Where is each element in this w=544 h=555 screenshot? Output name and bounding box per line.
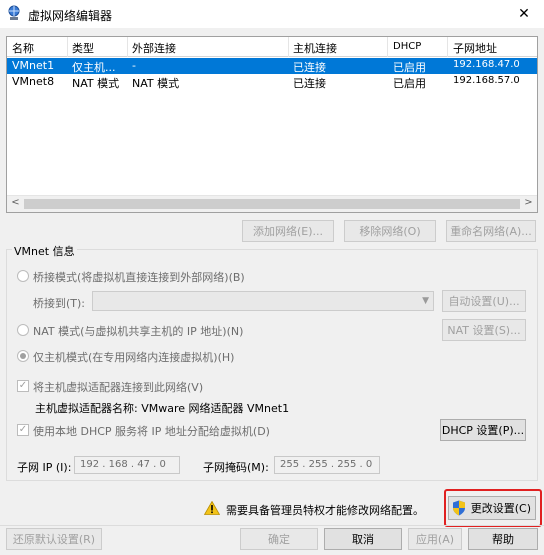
cell-external: NAT 模式: [132, 77, 180, 90]
column-divider[interactable]: [127, 37, 128, 57]
help-button[interactable]: 帮助: [468, 528, 538, 550]
subnet-ip-input[interactable]: 192 . 168 . 47 . 0: [74, 456, 180, 474]
cancel-button[interactable]: 取消: [324, 528, 402, 550]
chevron-down-icon: ▼: [422, 296, 429, 306]
cell-type: NAT 模式: [72, 77, 120, 90]
footer-divider: [0, 525, 544, 526]
cell-dhcp: 已启用: [393, 77, 426, 90]
cell-dhcp: 已启用: [393, 61, 426, 74]
bridge-to-dropdown[interactable]: ▼: [92, 291, 434, 311]
column-header-external[interactable]: 外部连接: [132, 40, 176, 56]
column-header-dhcp[interactable]: DHCP: [393, 41, 421, 52]
rename-network-button[interactable]: 重命名网络(A)...: [446, 220, 536, 242]
column-divider[interactable]: [447, 37, 448, 57]
vmnet-info-title: VMnet 信息: [12, 243, 77, 259]
host-only-mode-label[interactable]: 仅主机模式(在专用网络内连接虚拟机)(H): [33, 349, 234, 365]
bridge-mode-radio[interactable]: [17, 270, 29, 282]
nat-mode-label[interactable]: NAT 模式(与虚拟机共享主机的 IP 地址)(N): [33, 323, 243, 339]
horizontal-scrollbar[interactable]: < >: [7, 195, 537, 212]
column-divider[interactable]: [387, 37, 388, 57]
restore-defaults-button[interactable]: 还原默认设置(R): [6, 528, 102, 550]
table-row[interactable]: VMnet1 仅主机... - 已连接 已启用 192.168.47.0: [7, 58, 537, 74]
scroll-left-icon[interactable]: <: [7, 197, 24, 212]
column-divider[interactable]: [67, 37, 68, 57]
connect-adapter-checkbox[interactable]: ✓: [17, 380, 29, 392]
auto-settings-button[interactable]: 自动设置(U)...: [442, 290, 526, 312]
column-header-host[interactable]: 主机连接: [293, 40, 337, 56]
apply-button[interactable]: 应用(A): [408, 528, 462, 550]
cell-subnet: 192.168.57.0: [453, 75, 520, 86]
use-dhcp-checkbox[interactable]: ✓: [17, 424, 29, 436]
scrollbar-thumb[interactable]: [24, 199, 520, 209]
cell-name: VMnet1: [12, 59, 55, 72]
cell-external: -: [132, 59, 136, 72]
cell-host: 已连接: [293, 61, 326, 74]
column-header-type[interactable]: 类型: [72, 40, 94, 56]
warning-icon: [204, 501, 220, 515]
cell-host: 已连接: [293, 77, 326, 90]
connect-adapter-label[interactable]: 将主机虚拟适配器连接到此网络(V): [33, 379, 203, 395]
admin-notice-text: 需要具备管理员特权才能修改网络配置。: [226, 504, 424, 517]
subnet-mask-label: 子网掩码(M):: [203, 461, 269, 474]
column-divider[interactable]: [288, 37, 289, 57]
close-icon: ✕: [518, 6, 530, 22]
add-network-button[interactable]: 添加网络(E)...: [242, 220, 334, 242]
nat-settings-button[interactable]: NAT 设置(S)...: [442, 319, 526, 341]
cell-type: 仅主机...: [72, 61, 116, 74]
host-only-mode-radio[interactable]: [17, 350, 29, 362]
window-title: 虚拟网络编辑器: [28, 9, 113, 23]
close-button[interactable]: ✕: [504, 0, 544, 28]
ok-button[interactable]: 确定: [240, 528, 318, 550]
title-bar: 虚拟网络编辑器 ✕: [0, 0, 544, 28]
cell-subnet: 192.168.47.0: [453, 59, 520, 70]
subnet-ip-label: 子网 IP (I):: [17, 461, 72, 474]
use-dhcp-label[interactable]: 使用本地 DHCP 服务将 IP 地址分配给虚拟机(D): [33, 423, 270, 439]
table-row[interactable]: VMnet8 NAT 模式 NAT 模式 已连接 已启用 192.168.57.…: [7, 74, 537, 90]
column-header-name[interactable]: 名称: [12, 40, 34, 56]
nat-mode-radio[interactable]: [17, 324, 29, 336]
network-list[interactable]: 名称 类型 外部连接 主机连接 DHCP 子网地址 VMnet1 仅主机... …: [6, 36, 538, 213]
bridge-to-label: 桥接到(T):: [33, 297, 86, 310]
subnet-mask-input[interactable]: 255 . 255 . 255 . 0: [274, 456, 380, 474]
bridge-mode-label[interactable]: 桥接模式(将虚拟机直接连接到外部网络)(B): [33, 269, 245, 285]
cell-name: VMnet8: [12, 75, 55, 88]
scroll-right-icon[interactable]: >: [520, 197, 537, 212]
network-globe-icon: [8, 5, 20, 20]
highlight-box: [444, 489, 542, 527]
remove-network-button[interactable]: 移除网络(O): [344, 220, 436, 242]
dhcp-settings-button[interactable]: DHCP 设置(P)...: [440, 419, 526, 441]
list-header: 名称 类型 外部连接 主机连接 DHCP 子网地址: [7, 37, 537, 57]
adapter-name-label: 主机虚拟适配器名称: VMware 网络适配器 VMnet1: [35, 402, 290, 415]
column-header-subnet[interactable]: 子网地址: [453, 40, 497, 56]
